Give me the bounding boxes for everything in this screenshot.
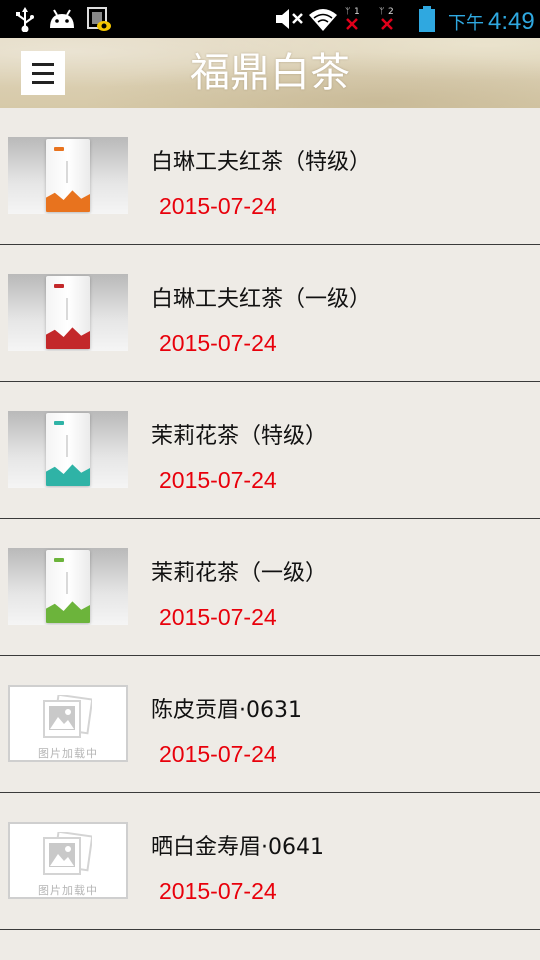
product-list: 白琳工夫红茶（特级） 2015-07-24 白琳工夫红茶（一级） 2015-07… bbox=[0, 108, 540, 930]
security-shield-icon bbox=[86, 0, 112, 38]
clock: 下午 4:49 bbox=[448, 0, 535, 38]
product-title: 白琳工夫红茶（特级） bbox=[151, 150, 372, 175]
product-title: 陈皮贡眉·0631 bbox=[151, 698, 302, 723]
image-loading-placeholder: 图片加载中 bbox=[8, 822, 128, 899]
status-bar: ᛘ1 ᛘ2 下午 4:49 bbox=[0, 0, 540, 38]
product-title: 茉莉花茶（一级） bbox=[151, 561, 328, 586]
product-date: 2015-07-24 bbox=[159, 741, 277, 767]
product-date: 2015-07-24 bbox=[159, 878, 277, 904]
product-date: 2015-07-24 bbox=[159, 193, 277, 219]
product-image bbox=[8, 137, 128, 214]
product-image bbox=[8, 274, 128, 351]
picture-icon bbox=[43, 832, 92, 875]
sim-signal-icon: ᛘ1 bbox=[342, 0, 368, 38]
product-title: 晒白金寿眉·0641 bbox=[151, 835, 324, 860]
product-title: 白琳工夫红茶（一级） bbox=[151, 287, 372, 312]
android-icon bbox=[48, 0, 76, 38]
product-date: 2015-07-24 bbox=[159, 467, 277, 493]
battery-icon bbox=[418, 0, 436, 38]
product-date: 2015-07-24 bbox=[159, 330, 277, 356]
clock-ampm: 下午 bbox=[448, 13, 484, 33]
loading-text: 图片加载中 bbox=[38, 884, 98, 897]
tea-bag-icon bbox=[46, 550, 90, 623]
menu-button[interactable] bbox=[21, 51, 65, 95]
tea-bag-icon bbox=[46, 276, 90, 349]
svg-text:ᛘ: ᛘ bbox=[345, 7, 350, 17]
clock-time: 4:49 bbox=[488, 8, 535, 35]
product-image bbox=[8, 548, 128, 625]
page-title: 福鼎白茶 bbox=[190, 50, 350, 96]
tea-bag-icon bbox=[46, 413, 90, 486]
list-item[interactable]: 茉莉花茶（一级） 2015-07-24 bbox=[0, 519, 540, 656]
sim-signal-icon: ᛘ2 bbox=[376, 0, 402, 38]
app-header: 福鼎白茶 bbox=[0, 38, 540, 108]
tea-bag-icon bbox=[46, 139, 90, 212]
usb-icon bbox=[14, 0, 36, 38]
mute-icon bbox=[274, 0, 304, 38]
loading-text: 图片加载中 bbox=[38, 747, 98, 760]
image-loading-placeholder: 图片加载中 bbox=[8, 685, 128, 762]
sim2-number: 2 bbox=[388, 7, 394, 17]
sim1-number: 1 bbox=[354, 7, 360, 17]
svg-text:ᛘ: ᛘ bbox=[379, 7, 384, 17]
list-item[interactable]: 图片加载中 晒白金寿眉·0641 2015-07-24 bbox=[0, 793, 540, 930]
picture-icon bbox=[43, 695, 92, 738]
list-item[interactable]: 白琳工夫红茶（一级） 2015-07-24 bbox=[0, 245, 540, 382]
product-date: 2015-07-24 bbox=[159, 604, 277, 630]
product-image bbox=[8, 411, 128, 488]
list-item[interactable]: 白琳工夫红茶（特级） 2015-07-24 bbox=[0, 108, 540, 245]
list-item[interactable]: 图片加载中 陈皮贡眉·0631 2015-07-24 bbox=[0, 656, 540, 793]
wifi-icon bbox=[308, 0, 338, 38]
list-item[interactable]: 茉莉花茶（特级） 2015-07-24 bbox=[0, 382, 540, 519]
product-title: 茉莉花茶（特级） bbox=[151, 424, 328, 449]
